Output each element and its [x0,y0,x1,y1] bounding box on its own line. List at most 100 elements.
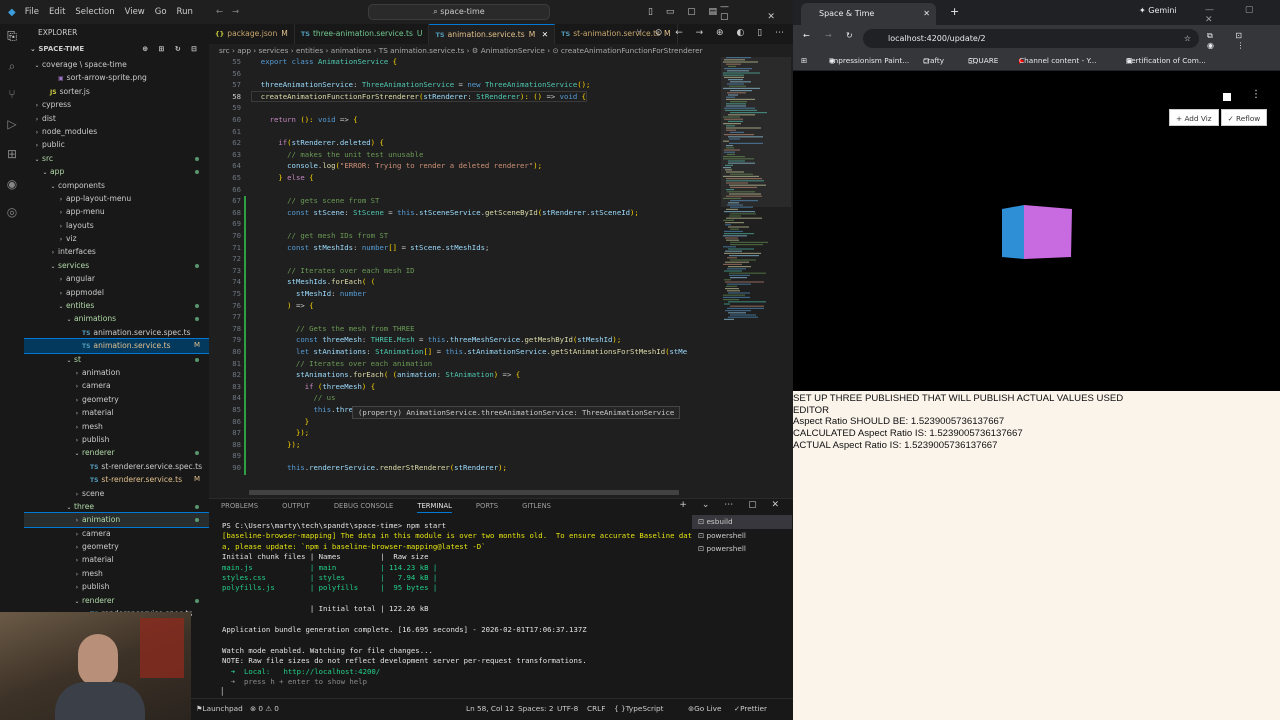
window-controls[interactable]: — ▢ ✕ [720,2,793,22]
source-control-icon[interactable]: ⑂ [4,86,20,102]
panel-tab-output[interactable]: OUTPUT [282,499,310,513]
editor-tab[interactable]: TS animation.service.ts M ✕ [429,24,556,44]
menu-selection[interactable]: Selection [75,7,114,17]
forward-icon[interactable]: → [825,31,832,40]
tree-item[interactable]: ⌄ three [24,500,209,513]
three-viewport[interactable]: ⋮ + Add Viz ✓ Reflow [793,71,1280,391]
panel-tab-terminal[interactable]: TERMINAL [417,499,452,513]
url-bar[interactable]: localhost:4200/update/2 ☆ [863,29,1199,48]
code-line[interactable]: const threeMesh: THREE.Mesh = this.three… [252,335,621,344]
tree-item[interactable]: › app-menu [24,205,209,218]
prettier-status[interactable]: ✓ Prettier [734,699,767,719]
indentation[interactable]: Spaces: 2 [518,699,553,719]
project-root[interactable]: ⌄ SPACE-TIME ⊕ ⊞ ↻ ⊟ [24,42,209,56]
tree-item[interactable]: › app-layout-menu [24,192,209,205]
tree-item[interactable]: TS animation.service.spec.ts [24,326,209,339]
tree-item[interactable]: ⌄ renderer [24,594,209,607]
menu-run[interactable]: Run [177,7,193,17]
tree-item[interactable]: › camera [24,527,209,540]
editor-tab[interactable]: TS three-animation.service.ts U [295,24,430,44]
tree-item[interactable]: › public [24,138,209,151]
nav-forward-icon[interactable]: → [232,7,239,17]
tree-item[interactable]: › mesh [24,420,209,433]
tree-item[interactable]: ⌄ animations [24,312,209,325]
back-icon[interactable]: ← [803,31,810,40]
code-line[interactable]: export class AnimationService { [252,57,397,66]
menu-view[interactable]: View [125,7,145,17]
layout-icons[interactable]: ▯ ▭ ▢ ▤ [648,7,722,17]
encoding[interactable]: UTF-8 [557,699,578,719]
browser-tab[interactable]: Space & Time ✕ [801,3,936,25]
tree-item[interactable]: › animation [24,366,209,379]
code-line[interactable]: }); [252,428,309,437]
code-line[interactable]: // gets scene from ST [252,196,379,205]
editor-actions-icons[interactable]: ⑂ ⊙ ← → ⊕ ◐ ▯ ⋯ [637,28,789,38]
tree-item[interactable]: ⌄ src [24,152,209,165]
terminal-output[interactable]: PS C:\Users\marty\tech\spandt\space-time… [222,521,692,699]
cursor-position[interactable]: Ln 58, Col 12 [466,699,514,719]
tree-item[interactable]: ⌄ coverage \ space-time [24,58,209,71]
panel-actions-icons[interactable]: + ⌄ ⋯ ▢ ✕ [679,500,785,510]
tree-item[interactable]: ⌄ components [24,179,209,192]
tab-close-icon[interactable]: ✕ [923,3,930,25]
code-line[interactable]: stMeshIds.forEach( ( [252,277,375,286]
launchpad-item[interactable]: ⚑ Launchpad [196,699,243,719]
tree-item[interactable]: › camera [24,379,209,392]
code-line[interactable]: console.log("ERROR: Trying to render a d… [252,161,542,170]
panel-tab-gitlens[interactable]: GITLENS [522,499,551,513]
terminal-instance[interactable]: ⊡ powershell [692,542,792,556]
tree-item[interactable]: › layouts [24,219,209,232]
explorer-icon[interactable]: ⎘ [4,28,20,44]
code-line[interactable]: } else { [252,173,313,182]
extensions-icon[interactable]: ⊞ [4,146,20,162]
code-line[interactable]: ) => { [252,301,313,310]
explorer-actions-icons[interactable]: ⊕ ⊞ ↻ ⊟ [142,42,201,56]
minimap-viewport[interactable] [721,57,791,207]
new-tab-icon[interactable]: + [950,5,959,18]
search-icon[interactable]: ⌕ [4,58,20,74]
code-line[interactable]: // Iterates over each mesh ID [252,266,414,275]
tree-item[interactable]: › material [24,406,209,419]
code-line[interactable]: stAnimations.forEach( (animation: StAnim… [252,370,520,379]
code-line[interactable]: }); [252,440,300,449]
breadcrumb[interactable]: src › app › services › entities › animat… [209,44,793,57]
code-line[interactable]: this.rendererService.renderStRenderer(st… [252,463,507,472]
viewport-menu-icon[interactable]: ⋮ [1251,89,1261,100]
panel-tab-ports[interactable]: PORTS [476,499,498,513]
remote-icon[interactable]: ◎ [4,204,20,220]
line-ending[interactable]: CRLF [587,699,605,719]
apps-grid-icon[interactable]: ⊞ [801,51,807,71]
code-line[interactable]: if (threeMesh) { [252,382,375,391]
code-line[interactable]: // Gets the mesh from THREE [252,324,415,333]
tree-item[interactable]: › cypress [24,98,209,111]
code-line[interactable]: stMeshId: number [252,289,366,298]
horizontal-scrollbar[interactable] [249,490,679,495]
reflow-button[interactable]: ✓ Reflow [1220,109,1268,126]
terminal-instance[interactable]: ⊡ esbuild [692,515,792,529]
nav-back-icon[interactable]: ← [216,7,223,17]
tree-item[interactable]: TS st-renderer.service.spec.ts [24,460,209,473]
reload-icon[interactable]: ↻ [846,31,853,40]
terminal-instance[interactable]: ⊡ powershell [692,529,792,543]
tree-item[interactable]: › angular [24,272,209,285]
menu-file[interactable]: File [25,7,39,17]
code-line[interactable]: // get mesh IDs from ST [252,231,388,240]
code-line[interactable]: const stMeshIds: number[] = stScene.stMe… [252,243,489,252]
code-line[interactable]: threeAnimationService: ThreeAnimationSer… [252,80,591,89]
extension-icons[interactable]: ⧉ ⊡ ◉ ⋮ [1207,31,1280,50]
run-debug-icon[interactable]: ▷ [4,116,20,132]
tree-item[interactable]: TS animation.service.ts M [24,338,209,354]
code-line[interactable]: // makes the unit test unusable [252,150,423,159]
editor-tab[interactable]: {} package.json M [209,24,295,44]
tree-item[interactable]: › mesh [24,567,209,580]
command-center-search[interactable]: ⌕ space-time [368,4,550,20]
tree-item[interactable]: › publish [24,580,209,593]
tree-item[interactable]: › geometry [24,540,209,553]
language-mode[interactable]: { } TypeScript [614,699,664,719]
tree-item[interactable]: › appmodel [24,286,209,299]
code-line[interactable]: const stScene: StScene = this.stSceneSer… [252,208,639,217]
code-line[interactable]: // us [252,393,336,402]
code-line[interactable]: // Iterates over each animation [252,359,432,368]
tree-item[interactable]: ⌄ entities [24,299,209,312]
bookmark-star-icon[interactable]: ☆ [1184,29,1191,48]
